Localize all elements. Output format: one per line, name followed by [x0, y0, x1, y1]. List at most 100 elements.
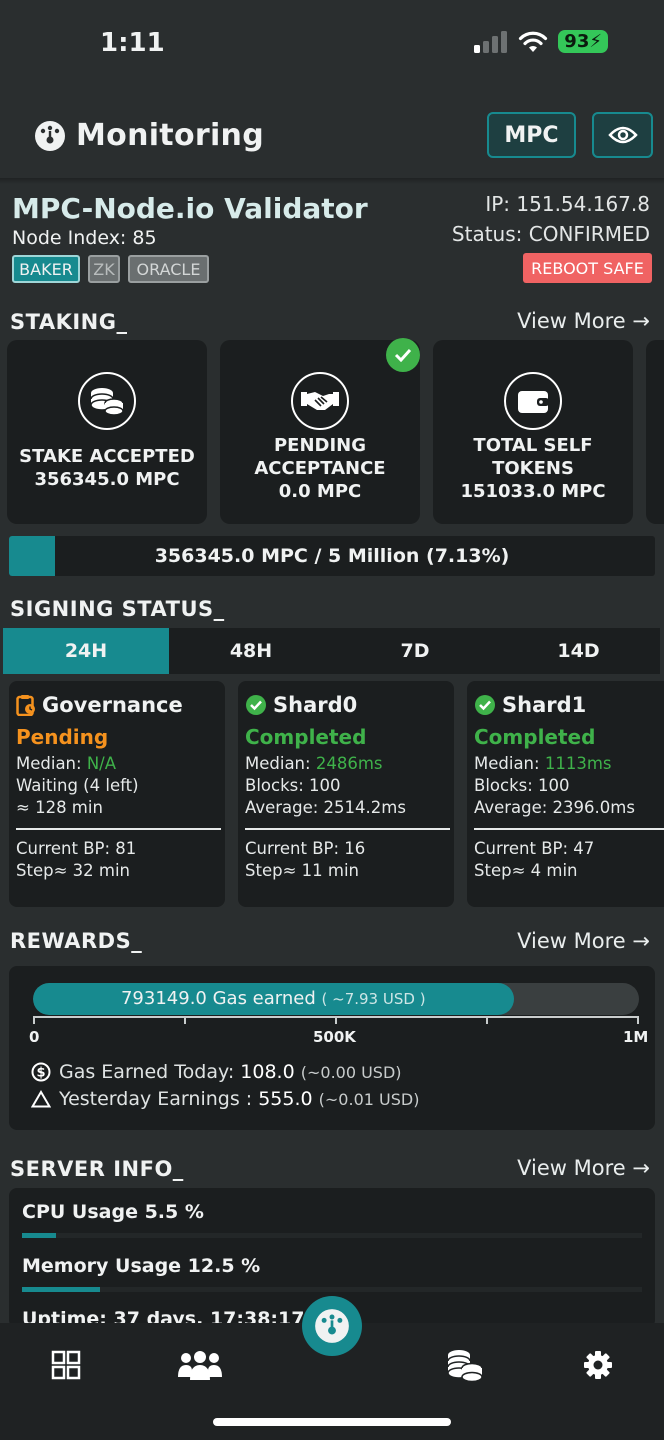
card-line: TOKENS: [492, 458, 574, 479]
axis-tick: [184, 1016, 186, 1024]
coins-icon-circle: [78, 372, 136, 430]
axis-tick: [335, 1016, 337, 1024]
cpu-usage-fill: [22, 1233, 57, 1238]
median-label: Median:: [474, 754, 545, 773]
view-more-label: View More: [517, 1156, 626, 1180]
battery-indicator: 93⚡: [558, 30, 608, 53]
today-usd: (~0.00 USD): [300, 1063, 402, 1082]
card-line: ACCEPTANCE: [254, 458, 386, 479]
step-time: Step≈ 4 min: [474, 861, 578, 880]
wallet-icon-circle: [504, 372, 562, 430]
handshake-icon: [301, 392, 339, 410]
server-title: SERVER INFO_: [10, 1157, 184, 1181]
card-state: Completed: [245, 725, 367, 749]
step-time: Step≈ 11 min: [245, 861, 359, 880]
card-name: Shard0: [273, 693, 358, 717]
rewards-view-more[interactable]: View More →: [517, 929, 650, 953]
median-label: Median:: [245, 754, 316, 773]
tag-oracle: ORACLE: [128, 255, 209, 283]
axis-label-max: 1M: [623, 1028, 649, 1046]
view-more-label: View More: [517, 309, 626, 333]
card-state: Completed: [474, 725, 596, 749]
stake-progress-bar: 356345.0 MPC / 5 Million (7.13%): [9, 536, 655, 576]
card-line: TOTAL SELF: [473, 435, 593, 456]
axis-label-min: 0: [29, 1028, 40, 1046]
arrow-right-icon: →: [632, 929, 650, 953]
memory-usage-bar: [22, 1287, 642, 1292]
tab-48h[interactable]: 48H: [169, 628, 333, 674]
card-title: Shard1: [474, 693, 586, 717]
axis-tick: [486, 1016, 488, 1024]
axis-tick: [33, 1016, 35, 1024]
wallet-icon: [518, 391, 549, 413]
tag-baker: BAKER: [12, 255, 80, 283]
pending-acceptance-card[interactable]: PENDING ACCEPTANCE 0.0 MPC: [220, 338, 420, 524]
nav-users[interactable]: [177, 1345, 223, 1385]
battery-level: 93: [564, 31, 590, 52]
stake-accepted-card[interactable]: STAKE ACCEPTED 356345.0 MPC: [7, 340, 207, 524]
gas-earned-today: $ Gas Earned Today: 108.0 (~0.00 USD): [31, 1061, 402, 1083]
users-icon: [178, 1351, 222, 1380]
card-line: PENDING: [273, 435, 367, 456]
arrow-right-icon: →: [632, 309, 650, 333]
tag-zk: ZK: [88, 255, 120, 283]
yesterday-usd: (~0.01 USD): [318, 1090, 420, 1109]
eye-icon: [607, 126, 638, 144]
gas-progress-text: 793149.0 Gas earned ( ~7.93 USD ): [33, 983, 514, 1015]
next-card-peek[interactable]: [646, 340, 664, 524]
median-line: Median: 2486ms: [245, 754, 383, 773]
memory-usage-fill: [22, 1287, 100, 1292]
axis-label-mid: 500K: [313, 1028, 356, 1046]
gauge-icon: [315, 1309, 349, 1343]
card-title: Shard0: [245, 693, 357, 717]
signing-title: SIGNING STATUS_: [10, 597, 225, 621]
current-bp: Current BP: 47: [474, 839, 595, 858]
current-bp: Current BP: 16: [245, 839, 366, 858]
stake-progress-text: 356345.0 MPC / 5 Million (7.13%): [154, 545, 510, 567]
nav-staking[interactable]: [445, 1345, 485, 1385]
shard0-card[interactable]: Shard0 Completed Median: 2486ms Blocks: …: [238, 681, 454, 907]
node-status: Status: CONFIRMED: [451, 222, 650, 246]
reboot-safe-badge[interactable]: REBOOT SAFE: [523, 253, 652, 283]
nav-dashboard[interactable]: [46, 1345, 86, 1385]
card-name: Governance: [42, 693, 183, 717]
staking-view-more[interactable]: View More →: [517, 309, 650, 333]
cpu-usage-label: CPU Usage 5.5 %: [22, 1201, 204, 1223]
app-title: Monitoring: [76, 118, 264, 153]
check-circle-icon: [475, 695, 495, 715]
rewards-title: REWARDS_: [10, 929, 143, 953]
tab-14d[interactable]: 14D: [497, 628, 660, 674]
today-value: 108.0: [240, 1061, 295, 1083]
median-line: Median: N/A: [16, 754, 116, 773]
card-detail: Waiting (4 left): [16, 776, 139, 795]
nav-monitoring[interactable]: [302, 1296, 362, 1356]
card-detail: ≈ 128 min: [16, 798, 103, 817]
card-detail: Average: 2396.0ms: [474, 798, 635, 817]
home-indicator: [213, 1418, 451, 1426]
tab-24h[interactable]: 24H: [3, 628, 169, 674]
card-title: Governance: [16, 693, 183, 717]
dashboard-icon: [51, 1350, 81, 1380]
nav-settings[interactable]: [578, 1345, 618, 1385]
view-more-label: View More: [517, 929, 626, 953]
server-view-more[interactable]: View More →: [517, 1156, 650, 1180]
governance-card[interactable]: Governance Pending Median: N/A Waiting (…: [9, 681, 225, 907]
total-self-tokens-card[interactable]: TOTAL SELF TOKENS 151033.0 MPC: [433, 340, 633, 524]
gas-progress-bar: 793149.0 Gas earned ( ~7.93 USD ): [33, 983, 639, 1015]
card-detail: Blocks: 100: [474, 776, 570, 795]
node-index: Node Index: 85: [12, 227, 157, 249]
yesterday-label: Yesterday Earnings :: [59, 1088, 259, 1110]
visibility-button[interactable]: [592, 112, 653, 158]
tab-7d[interactable]: 7D: [333, 628, 497, 674]
median-value: 1113ms: [544, 754, 612, 773]
node-name: MPC-Node.io Validator: [12, 192, 368, 225]
shard1-card[interactable]: Shard1 Completed Median: 1113ms Blocks: …: [467, 681, 664, 907]
axis-tick: [637, 1016, 639, 1024]
yesterday-value: 555.0: [258, 1088, 313, 1110]
status-icons: 93⚡: [474, 30, 608, 53]
period-tabs: 24H 48H 7D 14D: [3, 628, 660, 674]
token-button[interactable]: MPC: [487, 112, 576, 158]
card-line: 356345.0 MPC: [34, 469, 180, 490]
status-time: 1:11: [100, 28, 165, 58]
rewards-card: 793149.0 Gas earned ( ~7.93 USD ) 0 500K…: [9, 966, 655, 1130]
